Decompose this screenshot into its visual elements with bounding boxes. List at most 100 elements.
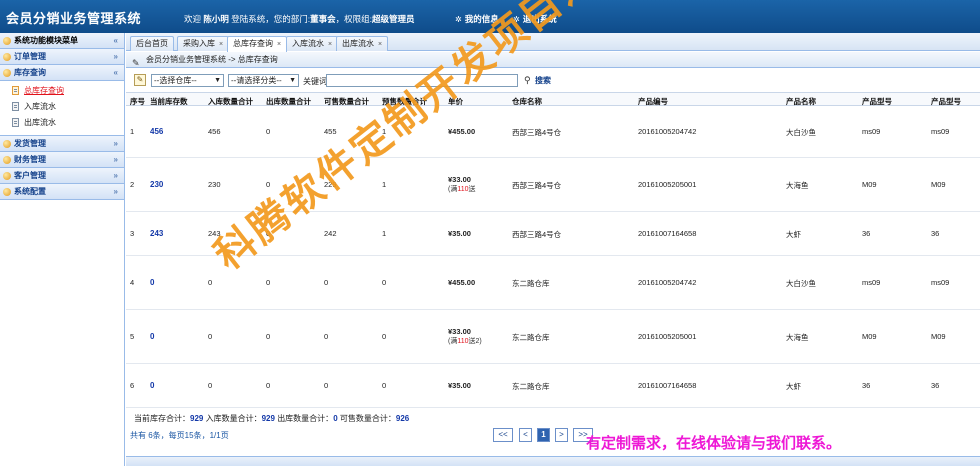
out-qty: 0 <box>266 229 271 238</box>
search-button[interactable]: ⚲ 搜索 <box>524 74 551 87</box>
my-info-link[interactable]: ✲ 我的信息 <box>455 13 499 25</box>
close-icon[interactable]: × <box>378 41 382 48</box>
group-icon <box>3 156 11 164</box>
tab-purchase-inbound[interactable]: 采购入库 × <box>177 36 230 51</box>
stock-link[interactable]: 243 <box>150 229 163 238</box>
product-model: M09 <box>862 180 877 189</box>
collapse-icon[interactable]: « <box>114 33 118 49</box>
product-name: 大白沙鱼 <box>786 279 816 288</box>
unit-price: ¥35.00 <box>448 229 471 238</box>
warehouse-name: 西部三路4号仓 <box>512 230 562 239</box>
sidebar-group-customers[interactable]: 客户管理 » <box>0 168 124 184</box>
product-name: 大虾 <box>786 382 801 391</box>
stock-link[interactable]: 0 <box>150 332 154 341</box>
tab-bar: 后台首页 采购入库 × 总库存查询 × 入库流水 × 出库流水 × <box>126 33 980 52</box>
prev-page-button[interactable]: < <box>519 428 532 442</box>
tab-home[interactable]: 后台首页 <box>130 36 174 51</box>
table-row: 3 243 0 242 1 西部三路4号仓 20161007164658 大虾 36 36 243 ¥… <box>126 212 980 256</box>
star-icon: ✲ <box>513 15 520 24</box>
sidebar-group-label: 系统配置 <box>14 187 46 196</box>
tab-outbound-log[interactable]: 出库流水 × <box>336 36 389 51</box>
product-model: ms09 <box>931 127 950 136</box>
last-page-button[interactable]: >> <box>573 428 593 442</box>
price-value: ¥35.00 <box>448 381 471 390</box>
table-header: 序号 当前库存数 入库数量合计 出库数量合计 可售数量合计 预售数量合计 单价 … <box>126 92 980 106</box>
logout-label: 退出系统 <box>522 14 557 24</box>
product-model: ms09 <box>862 127 881 136</box>
collapse-icon: « <box>113 68 118 77</box>
sidebar-item-label: 总库存查询 <box>24 86 64 95</box>
warehouse-name: 西部三路4号仓 <box>512 181 562 190</box>
expand-icon: » <box>113 187 118 196</box>
table-body: 1 456 0 455 1 西部三路4号仓 20161005204742 大白沙鱼 ms09 ms… <box>126 106 980 408</box>
tab-label: 采购入库 <box>183 39 215 48</box>
warehouse-name: 东二路仓库 <box>512 382 550 391</box>
sidebar-group-orders[interactable]: 订单管理 » <box>0 49 124 65</box>
table-row: 1 456 0 455 1 西部三路4号仓 20161005204742 大白沙鱼 ms09 ms… <box>126 106 980 158</box>
sidebar-item-label: 入库流水 <box>24 102 56 111</box>
promo-note-part: 送 <box>468 186 476 193</box>
presale-qty: 1 <box>382 229 387 238</box>
tab-inbound-log[interactable]: 入库流水 × <box>286 36 339 51</box>
product-code: 20161005204742 <box>638 278 697 287</box>
stock-table: 序号 当前库存数 入库数量合计 出库数量合计 可售数量合计 预售数量合计 单价 … <box>126 92 980 408</box>
unit-price: ¥33.00 (满110送2) <box>448 327 482 346</box>
document-icon <box>12 118 19 127</box>
promo-note-part: (满 <box>448 186 458 193</box>
stock-link[interactable]: 456 <box>150 127 163 136</box>
total-in-value: 929 <box>261 414 275 423</box>
sidebar-item-total-stock[interactable]: 总库存查询 <box>0 83 124 99</box>
sidebar-group-settings[interactable]: 系统配置 » <box>0 184 124 200</box>
sellable-qty: 229 <box>324 180 337 189</box>
stock-link[interactable]: 0 <box>150 381 154 390</box>
next-page-button[interactable]: > <box>555 428 568 442</box>
logout-link[interactable]: ✲ 退出系统 <box>513 13 557 25</box>
close-icon[interactable]: × <box>328 41 332 48</box>
pen-icon: ✎ <box>132 58 140 68</box>
document-icon <box>12 102 19 111</box>
warehouse-select-value: --选择仓库-- <box>154 76 197 85</box>
stock-link[interactable]: 0 <box>150 278 154 287</box>
warehouse-select[interactable]: --选择仓库-- ▼ <box>151 74 224 87</box>
price-value: ¥33.00 <box>448 175 471 184</box>
group-icon <box>3 140 11 148</box>
sellable-qty: 455 <box>324 127 337 136</box>
price-value: ¥35.00 <box>448 229 471 238</box>
product-model: 36 <box>862 229 871 238</box>
table-row: 2 230 0 229 1 西部三路4号仓 20161005205001 大海鱼 M09 M09 2… <box>126 158 980 212</box>
page-1-button[interactable]: 1 <box>537 428 550 442</box>
chevron-down-icon: ▼ <box>289 77 296 84</box>
group-icon <box>3 53 11 61</box>
stock-link[interactable]: 230 <box>150 180 163 189</box>
row-number: 1 <box>130 127 135 136</box>
close-icon[interactable]: × <box>277 41 281 48</box>
sidebar-item-outbound-log[interactable]: 出库流水 <box>0 115 124 131</box>
table-row: 5 0 0 0 0 东二路仓库 20161005205001 大海鱼 M09 M09 0 ¥33.00… <box>126 310 980 364</box>
sidebar-group-finance[interactable]: 财务管理 » <box>0 152 124 168</box>
welcome-mid: 登陆系统，您的部门: <box>231 14 311 24</box>
app-title: 会员分销业务管理系统 <box>6 11 142 26</box>
sidebar-item-inbound-log[interactable]: 入库流水 <box>0 99 124 115</box>
category-select[interactable]: --请选择分类-- ▼ <box>228 74 299 87</box>
promo-note: (满110送 <box>448 184 476 194</box>
welcome-text: 欢迎 陈小明 登陆系统，您的部门:董事会，权限组:超级管理员 <box>184 13 415 25</box>
tab-total-stock[interactable]: 总库存查询 × <box>227 36 288 52</box>
search-button-label: 搜索 <box>535 76 551 85</box>
product-model: M09 <box>931 332 946 341</box>
sidebar: 系统功能模块菜单 « 订单管理 » 库存查询 « 总库存查询 入库流水 出库流水… <box>0 33 125 466</box>
user-name: 陈小明 <box>203 14 229 24</box>
sidebar-group-label: 库存查询 <box>14 68 46 77</box>
product-code: 20161005205001 <box>638 332 697 341</box>
sidebar-group-inventory[interactable]: 库存查询 « <box>0 65 124 81</box>
sellable-qty: 0 <box>324 381 329 390</box>
inventory-submenu: 总库存查询 入库流水 出库流水 <box>0 81 124 136</box>
chevron-down-icon: ▼ <box>214 77 221 84</box>
close-icon[interactable]: × <box>219 41 223 48</box>
first-page-button[interactable]: << <box>493 428 513 442</box>
keyword-input[interactable] <box>326 74 518 87</box>
tab-label: 总库存查询 <box>233 39 273 48</box>
totals-row: 当前库存合计：929 入库数量合计：929 出库数量合计：0 可售数量合计：92… <box>134 413 409 424</box>
sidebar-group-shipping[interactable]: 发货管理 » <box>0 136 124 152</box>
unit-price: ¥33.00 (满110送 <box>448 175 476 194</box>
bottom-strip <box>126 456 980 466</box>
